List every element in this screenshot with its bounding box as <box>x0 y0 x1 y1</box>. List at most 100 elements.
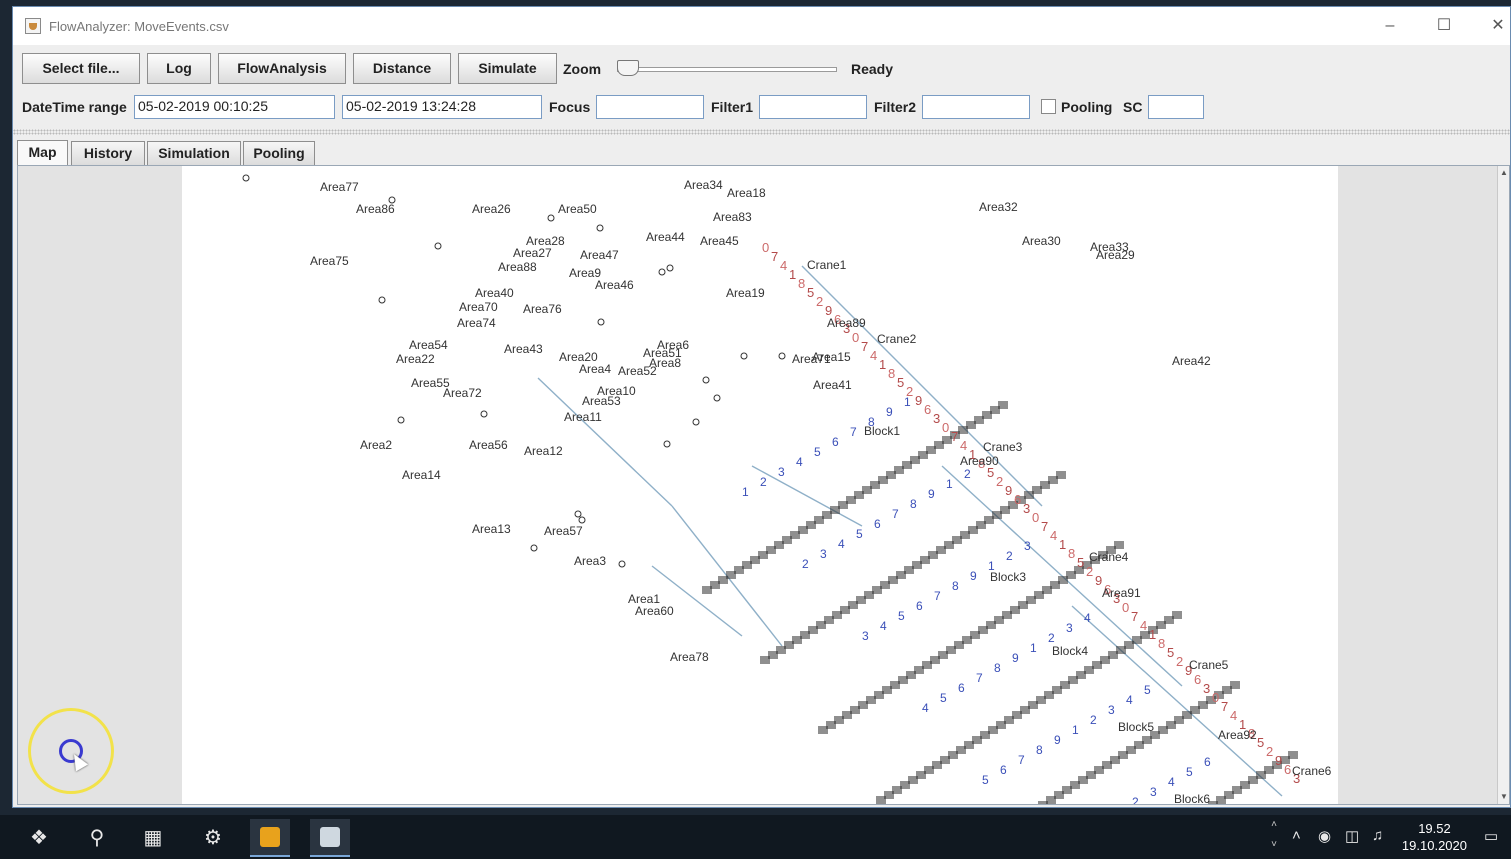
scroll-down-icon[interactable]: ▼ <box>1499 792 1509 802</box>
map-area-label[interactable]: Area42 <box>1172 354 1211 368</box>
maximize-button[interactable]: ☐ <box>1433 15 1455 37</box>
filter2-field[interactable] <box>922 95 1030 119</box>
map-area-label[interactable]: Area70 <box>459 300 498 314</box>
map-area-label[interactable]: Area56 <box>469 438 508 452</box>
map-area-label[interactable]: Area76 <box>523 302 562 316</box>
map-area-label[interactable]: Area45 <box>700 234 739 248</box>
map-area-label[interactable]: Area88 <box>498 260 537 274</box>
map-area-label[interactable]: Area92 <box>1218 728 1257 742</box>
map-area-label[interactable]: Area77 <box>320 180 359 194</box>
settings-icon[interactable]: ⚙ <box>200 825 226 851</box>
system-clock[interactable]: 19.52 19.10.2020 <box>1402 820 1467 854</box>
zoom-slider-thumb[interactable] <box>617 60 639 76</box>
map-crane-label[interactable]: Crane1 <box>807 258 846 272</box>
notifications-icon[interactable]: ▭ <box>1484 827 1498 845</box>
map-area-label[interactable]: Area89 <box>827 316 866 330</box>
map-area-label[interactable]: Area60 <box>635 604 674 618</box>
map-area-label[interactable]: Area41 <box>813 378 852 392</box>
map-area-label[interactable]: Area26 <box>472 202 511 216</box>
map-area-label[interactable]: Area54 <box>409 338 448 352</box>
select-file-button[interactable]: Select file... <box>22 53 140 84</box>
tab-simulation[interactable]: Simulation <box>147 141 241 165</box>
distance-button[interactable]: Distance <box>353 53 451 84</box>
map-crane-label[interactable]: Crane3 <box>983 440 1022 454</box>
map-area-label[interactable]: Area78 <box>670 650 709 664</box>
tab-history[interactable]: History <box>71 141 145 165</box>
map-area-label[interactable]: Area90 <box>960 454 999 468</box>
map-area-label[interactable]: Area53 <box>582 394 621 408</box>
focus-field[interactable] <box>596 95 704 119</box>
map-area-label[interactable]: Area19 <box>726 286 765 300</box>
map-crane-label[interactable]: Crane6 <box>1292 764 1331 778</box>
map-area-label[interactable]: Area74 <box>457 316 496 330</box>
map-area-label[interactable]: Area2 <box>360 438 392 452</box>
simulate-button[interactable]: Simulate <box>458 53 557 84</box>
map-area-label[interactable]: Area50 <box>558 202 597 216</box>
map-area-label[interactable]: Area27 <box>513 246 552 260</box>
minimize-button[interactable]: – <box>1379 15 1401 37</box>
flow-analysis-button[interactable]: FlowAnalysis <box>218 53 346 84</box>
filter1-field[interactable] <box>759 95 867 119</box>
close-button[interactable]: ✕ <box>1487 15 1509 37</box>
map-area-label[interactable]: Area44 <box>646 230 685 244</box>
sc-field[interactable] <box>1148 95 1204 119</box>
map-area-label[interactable]: Area18 <box>727 186 766 200</box>
windows-start-icon[interactable]: ❖ <box>26 825 52 851</box>
end-datetime-field[interactable]: 05-02-2019 13:24:28 <box>342 95 542 119</box>
map-area-label[interactable]: Area4 <box>579 362 611 376</box>
tab-pooling[interactable]: Pooling <box>243 141 315 165</box>
map-area-label[interactable]: Area83 <box>713 210 752 224</box>
map-area-label[interactable]: Area57 <box>544 524 583 538</box>
zoom-slider[interactable] <box>617 60 837 76</box>
split-pane-divider[interactable] <box>13 129 1510 135</box>
map-area-label[interactable]: Area43 <box>504 342 543 356</box>
map-area-label[interactable]: Area3 <box>574 554 606 568</box>
map-area-label[interactable]: Area8 <box>649 356 681 370</box>
map-node-marker <box>574 510 582 518</box>
pooling-checkbox[interactable] <box>1041 99 1056 114</box>
map-area-label[interactable]: Area40 <box>475 286 514 300</box>
map-area-label[interactable]: Area15 <box>812 350 851 364</box>
media-player-icon[interactable] <box>250 819 290 857</box>
map-block-label[interactable]: Block1 <box>864 424 900 438</box>
map-area-label[interactable]: Area34 <box>684 178 723 192</box>
map-area-label[interactable]: Area22 <box>396 352 435 366</box>
map-area-label[interactable]: Area14 <box>402 468 441 482</box>
map-block-label[interactable]: Block4 <box>1052 644 1088 658</box>
volume-icon[interactable]: ♫ <box>1372 827 1383 844</box>
map-area-label[interactable]: Area13 <box>472 522 511 536</box>
map-block-label[interactable]: Block5 <box>1118 720 1154 734</box>
scroll-up-icon[interactable]: ▲ <box>1499 168 1509 178</box>
map-area-label[interactable]: Area12 <box>524 444 563 458</box>
map-area-label[interactable]: Area47 <box>580 248 619 262</box>
map-node-marker <box>578 516 586 524</box>
java-app-icon[interactable] <box>310 819 350 857</box>
task-view-icon[interactable]: ▦ <box>140 825 166 851</box>
map-crane-label[interactable]: Crane5 <box>1189 658 1228 672</box>
map-block-label[interactable]: Block6 <box>1174 792 1210 804</box>
map-area-label[interactable]: Area30 <box>1022 234 1061 248</box>
map-vertical-scrollbar[interactable]: ▲ ▼ <box>1497 166 1509 804</box>
tray-scroll-icon[interactable]: ˄ ˅ <box>1266 815 1282 859</box>
map-area-label[interactable]: Area32 <box>979 200 1018 214</box>
map-crane-label[interactable]: Crane2 <box>877 332 916 346</box>
map-area-label[interactable]: Area72 <box>443 386 482 400</box>
show-hidden-icons-icon[interactable]: ˄ <box>1292 827 1301 844</box>
map-area-label[interactable]: Area29 <box>1096 248 1135 262</box>
map-crane-label[interactable]: Crane4 <box>1089 550 1128 564</box>
map-flow-count: 2 <box>1048 631 1055 645</box>
map-block-label[interactable]: Block3 <box>990 570 1026 584</box>
map-flow-count: 9 <box>1054 733 1061 747</box>
map-area-label[interactable]: Area75 <box>310 254 349 268</box>
map-area-label[interactable]: Area11 <box>564 410 602 424</box>
map-area-label[interactable]: Area86 <box>356 202 395 216</box>
network-icon[interactable]: ◫ <box>1345 827 1359 845</box>
map-area-label[interactable]: Area46 <box>595 278 634 292</box>
search-icon[interactable]: ⚲ <box>84 825 110 851</box>
tab-map[interactable]: Map <box>17 140 68 166</box>
log-button[interactable]: Log <box>147 53 211 84</box>
map-area-label[interactable]: Area91 <box>1102 586 1141 600</box>
start-datetime-field[interactable]: 05-02-2019 00:10:25 <box>134 95 335 119</box>
flow-map-canvas[interactable]: 0741852963074185296307418529630741852963… <box>182 166 1338 804</box>
tray-app-icon[interactable]: ◉ <box>1318 827 1331 845</box>
